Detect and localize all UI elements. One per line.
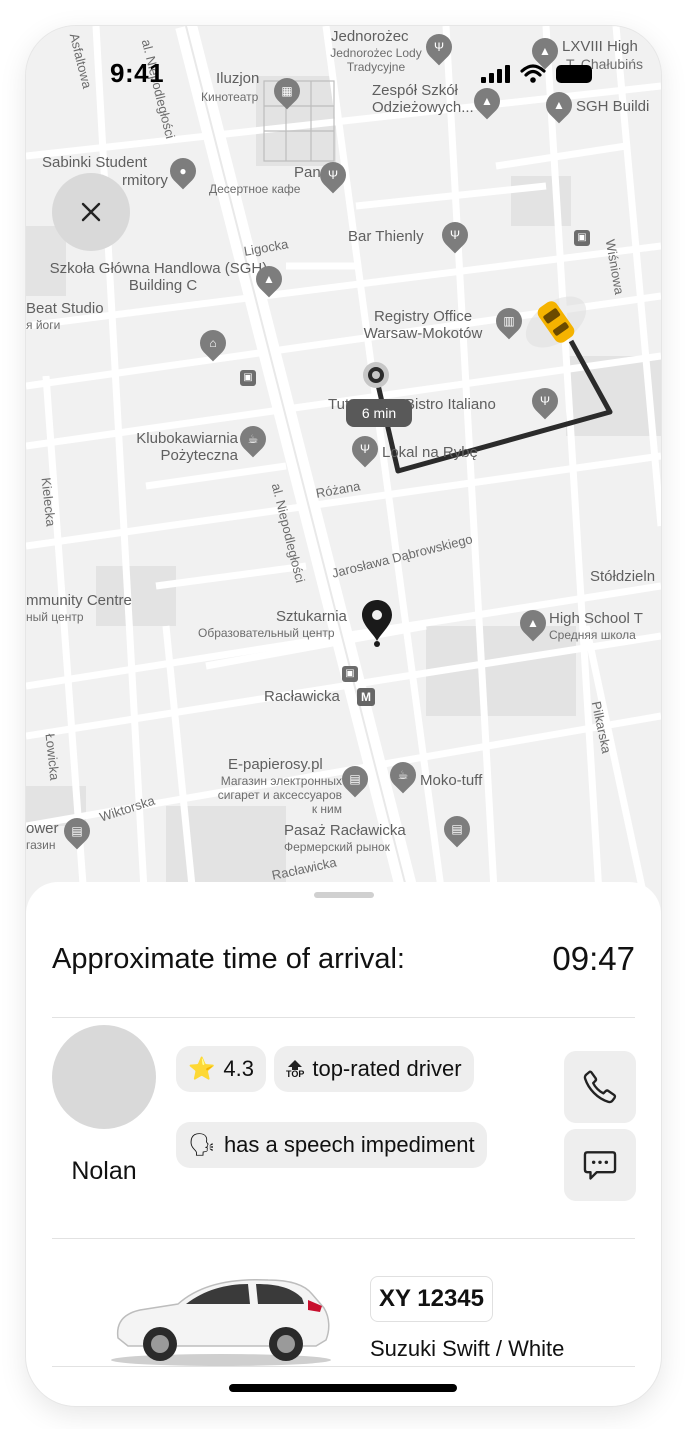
place-e-papierosy[interactable]: E-papierosy.pl [228, 756, 323, 773]
place-sgh[interactable]: SGH Buildi [576, 98, 649, 115]
restaurant-icon[interactable]: Ψ [526, 382, 564, 420]
car-model: Suzuki Swift / White [370, 1336, 565, 1361]
place-panna-sub: Десертное кафе [209, 182, 301, 196]
bus-stop-icon[interactable]: ▣ [342, 666, 358, 682]
message-driver-button[interactable] [564, 1129, 636, 1201]
divider [52, 1238, 635, 1239]
car-image [111, 1278, 331, 1366]
school-icon[interactable]: ▲ [540, 86, 578, 124]
place-high-school[interactable]: High School T [549, 610, 643, 627]
chat-icon [583, 1151, 617, 1180]
battery-icon [556, 65, 592, 83]
bus-stop-icon[interactable]: ▣ [574, 230, 590, 246]
phone-icon [583, 1070, 617, 1104]
place-community-centre[interactable]: mmunity Centre [26, 592, 132, 609]
wifi-icon [520, 64, 546, 83]
place-community-centre-sub: ный центр [26, 610, 84, 624]
speech-impediment-label: has a speech impediment [223, 1132, 475, 1157]
cafe-icon[interactable]: Ψ [314, 156, 352, 194]
rating-chip: ⭐ 4.3 [176, 1046, 266, 1092]
route-eta-chip: 6 min [346, 399, 412, 427]
sheet-drag-handle[interactable] [314, 892, 374, 898]
restaurant-icon[interactable]: Ψ [436, 216, 474, 254]
place-registry-office[interactable]: Registry Office Warsaw-Mokotów [348, 308, 498, 342]
top-rated-label: top-rated driver [312, 1056, 462, 1081]
place-raclawicka-station[interactable]: Racławicka [264, 688, 340, 705]
status-time: 9:41 [110, 58, 165, 88]
top-rated-icon: TOP [286, 1059, 304, 1079]
place-beat-studio-sub: я йоги [26, 318, 61, 332]
government-icon[interactable]: ▥ [490, 302, 528, 340]
place-moko-tuff[interactable]: Moko-tuff [420, 772, 482, 789]
metro-icon[interactable]: M [357, 688, 375, 706]
place-e-papierosy-sub: Магазин электронных сигарет и аксессуаро… [217, 774, 342, 816]
school-icon[interactable]: ▲ [250, 260, 288, 298]
cafe-icon[interactable]: ☕ [384, 756, 422, 794]
shop-icon[interactable]: ▤ [438, 810, 476, 848]
driver-rating: 4.3 [223, 1056, 254, 1081]
map-view[interactable]: Jednorożec Jednorożec Lody Tradycyjne Ψ … [26, 26, 661, 926]
bus-stop-icon[interactable]: ▣ [240, 370, 256, 386]
place-stoldzieln[interactable]: Stółdzieln [590, 568, 655, 585]
divider [52, 1366, 635, 1367]
place-iluzjon-sub: Кинотеатр [201, 90, 259, 104]
status-icons [481, 64, 592, 84]
trip-details-sheet: Approximate time of arrival: 09:47 Nolan… [26, 882, 661, 1406]
eta-row: Approximate time of arrival: 09:47 [52, 940, 635, 978]
place-jednorozec[interactable]: Jednorożec [331, 28, 409, 45]
place-bar-thienly[interactable]: Bar Thienly [348, 228, 424, 245]
place-beat-studio[interactable]: Beat Studio [26, 300, 104, 317]
landmark-icon[interactable]: ⌂ [194, 324, 232, 362]
place-sztukarnia[interactable]: Sztukarnia [276, 608, 347, 625]
restaurant-icon[interactable]: Ψ [420, 28, 458, 66]
driver-avatar[interactable] [52, 1025, 156, 1129]
signal-icon [481, 65, 510, 83]
place-sztukarnia-sub: Образовательный центр [198, 626, 335, 640]
place-sabinki-sub: rmitory [122, 172, 168, 189]
place-klubokawiarnia[interactable]: Klubokawiarnia Pożyteczna [114, 430, 238, 464]
place-high-school-sub: Средняя школа [549, 628, 636, 642]
speech-impediment-chip: 🗣 has a speech impediment [176, 1122, 487, 1168]
place-sabinki[interactable]: Sabinki Student [42, 154, 147, 171]
school-icon[interactable]: ▲ [468, 82, 506, 120]
cinema-icon[interactable]: ▦ [268, 72, 306, 110]
place-zespol[interactable]: Zespół Szkół Odzieżowych... [372, 82, 474, 116]
dormitory-icon[interactable]: ● [164, 152, 202, 190]
restaurant-icon[interactable]: Ψ [346, 430, 384, 468]
place-power[interactable]: ower [26, 820, 59, 837]
home-indicator[interactable] [229, 1384, 457, 1392]
eta-label: Approximate time of arrival: [52, 942, 405, 975]
place-jednorozec-sub: Jednorożec Lody Tradycyjne [330, 46, 422, 74]
place-power-sub: газин [26, 838, 56, 852]
license-plate: XY 12345 [370, 1276, 493, 1322]
star-icon: ⭐ [188, 1056, 216, 1081]
pickup-marker [363, 362, 389, 388]
place-iluzjon[interactable]: Iluzjon [216, 70, 259, 87]
place-sgh-building-c[interactable]: Szkoła Główna Handlowa (SGH) - Building … [48, 260, 278, 294]
shop-icon[interactable]: ▤ [58, 812, 96, 850]
phone-frame: Jednorożec Jednorożec Lody Tradycyjne Ψ … [26, 26, 661, 1406]
place-lxviii[interactable]: LXVIII High [562, 38, 638, 55]
close-icon [81, 202, 101, 222]
driver-name: Nolan [71, 1157, 137, 1185]
place-lokal-na-rybe[interactable]: Lokal na Rybę [382, 444, 478, 461]
cafe-icon[interactable]: ☕ [234, 420, 272, 458]
call-driver-button[interactable] [564, 1051, 636, 1123]
eta-time: 09:47 [552, 940, 635, 977]
place-pasaz-sub: Фермерский рынок [284, 840, 390, 854]
close-button[interactable] [52, 173, 130, 251]
place-pasaz[interactable]: Pasaż Racławicka [284, 822, 406, 839]
divider [52, 1017, 635, 1018]
speaking-head-icon: 🗣 [188, 1132, 216, 1157]
shop-icon[interactable]: ▤ [336, 760, 374, 798]
top-rated-chip: TOP top-rated driver [274, 1046, 474, 1092]
school-icon[interactable]: ▲ [514, 604, 552, 642]
